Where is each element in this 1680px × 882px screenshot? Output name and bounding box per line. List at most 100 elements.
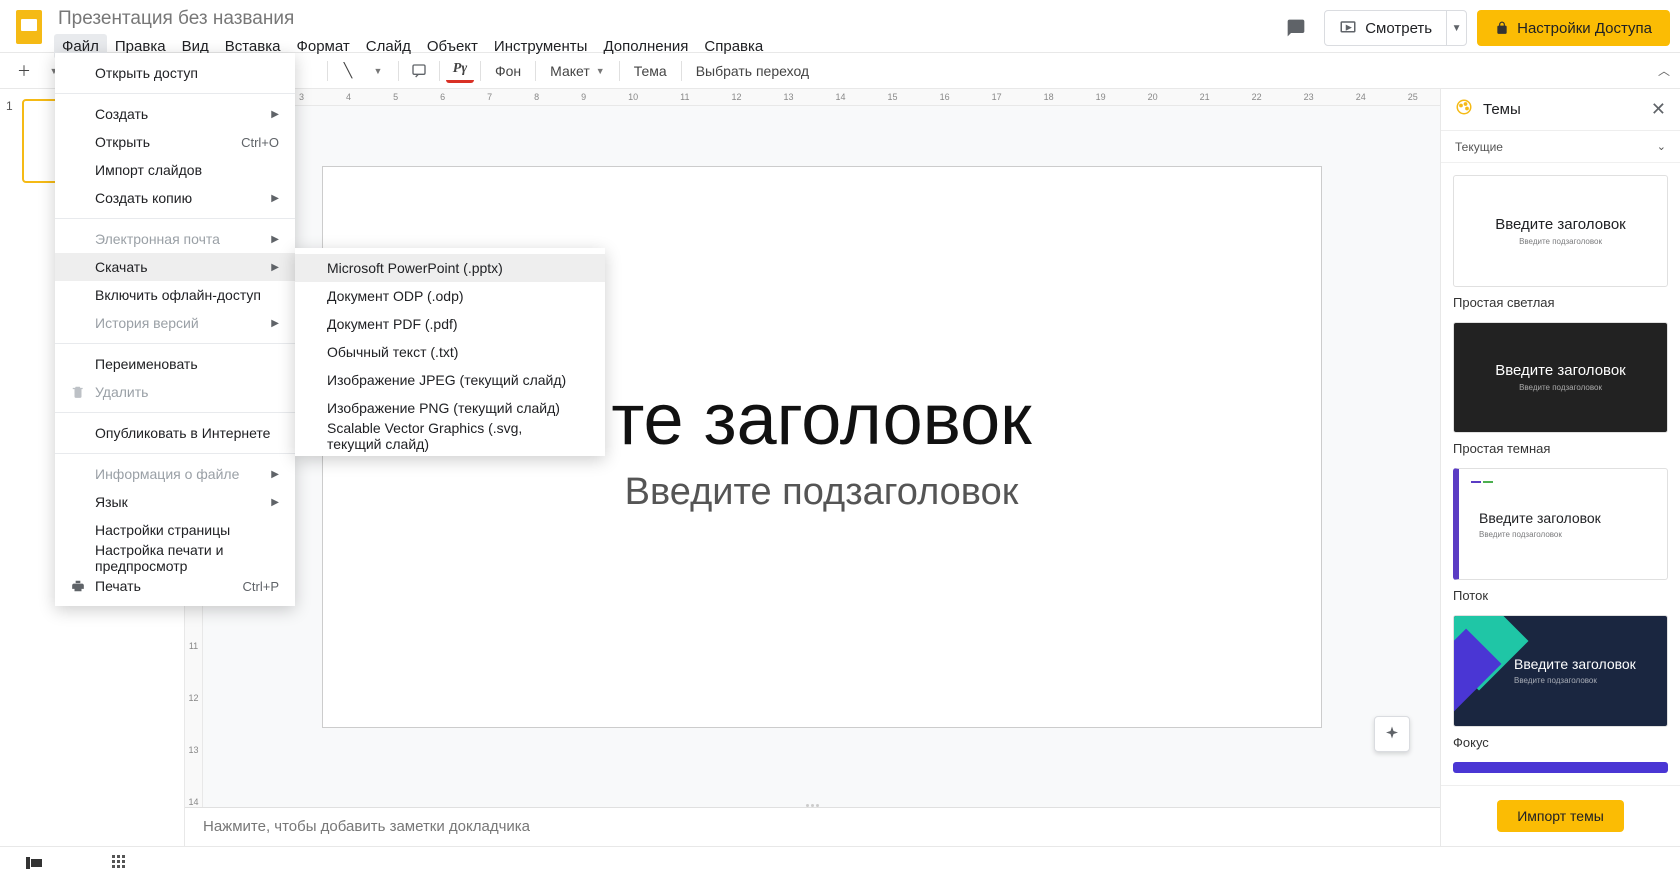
themes-section-label: Текущие: [1455, 140, 1503, 154]
download-pdf[interactable]: Документ PDF (.pdf): [295, 310, 605, 338]
theme-preview-sub: Введите подзаголовок: [1519, 383, 1602, 392]
footer: [0, 846, 1680, 882]
collapse-toolbar-button[interactable]: ︿: [1658, 67, 1670, 75]
document-title[interactable]: Презентация без названия: [54, 6, 1278, 32]
file-menu-download[interactable]: Скачать▶: [55, 253, 295, 281]
menu-slide[interactable]: Слайд: [358, 34, 419, 59]
lock-icon: [1495, 21, 1509, 35]
new-slide-button[interactable]: ＋: [10, 57, 38, 85]
slide-stage[interactable]: те заголовок Введите подзаголовок: [203, 106, 1440, 807]
menu-object[interactable]: Объект: [419, 34, 486, 59]
theme-card-next[interactable]: [1453, 762, 1668, 773]
line-dropdown[interactable]: ▼: [364, 57, 392, 85]
ruler-horizontal: 1234567891011121314151617181920212223242…: [185, 89, 1440, 106]
separator: [439, 61, 440, 81]
background-button[interactable]: Фон: [487, 57, 529, 85]
theme-preview-title: Введите заголовок: [1495, 216, 1626, 233]
separator: [480, 61, 481, 81]
download-png[interactable]: Изображение PNG (текущий слайд): [295, 394, 605, 422]
chevron-right-icon: ▶: [271, 497, 279, 508]
add-comment-icon: [411, 63, 427, 79]
share-button[interactable]: Настройки Доступа: [1477, 10, 1670, 46]
download-odp[interactable]: Документ ODP (.odp): [295, 282, 605, 310]
file-menu-make-copy[interactable]: Создать копию▶: [55, 184, 295, 212]
file-menu-print-preview[interactable]: Настройка печати и предпросмотр: [55, 544, 295, 572]
file-menu-publish[interactable]: Опубликовать в Интернете: [55, 419, 295, 447]
file-menu-email: Электронная почта▶: [55, 225, 295, 253]
chevron-down-icon: ⌄: [1657, 140, 1666, 153]
themes-section-header[interactable]: Текущие ⌄: [1441, 131, 1680, 163]
themes-header: Темы ✕: [1441, 89, 1680, 131]
theme-card-stream[interactable]: Введите заголовок Введите подзаголовок: [1453, 468, 1668, 580]
slide-number: 1: [6, 99, 16, 183]
background-label: Фон: [495, 63, 521, 79]
trash-icon: [71, 385, 95, 399]
line-tool[interactable]: ╲: [334, 57, 362, 85]
filmstrip-view-button[interactable]: [26, 856, 42, 874]
chevron-right-icon: ▶: [271, 193, 279, 204]
file-menu-page-setup[interactable]: Настройки страницы: [55, 516, 295, 544]
separator: [327, 61, 328, 81]
theme-card-focus[interactable]: Введите заголовок Введите подзаголовок: [1453, 615, 1668, 727]
separator: [681, 61, 682, 81]
theme-card-dark[interactable]: Введите заголовок Введите подзаголовок: [1453, 322, 1668, 434]
present-label: Смотреть: [1365, 20, 1432, 37]
file-menu-rename[interactable]: Переименовать: [55, 350, 295, 378]
text-color-tool[interactable]: Рγ: [446, 59, 474, 83]
present-icon: [1339, 19, 1357, 37]
title-area: Презентация без названия Файл Правка Вид…: [54, 6, 1278, 59]
present-dropdown[interactable]: ▼: [1446, 11, 1466, 45]
chevron-right-icon: ▶: [271, 469, 279, 480]
slide-title-placeholder[interactable]: те заголовок: [611, 379, 1031, 461]
theme-label: Простая светлая: [1453, 295, 1668, 310]
theme-preview-title: Введите заголовок: [1495, 362, 1626, 379]
menu-tools[interactable]: Инструменты: [486, 34, 596, 59]
theme-card-light[interactable]: Введите заголовок Введите подзаголовок: [1453, 175, 1668, 287]
explore-icon: [1383, 725, 1401, 743]
download-svg[interactable]: Scalable Vector Graphics (.svg, текущий …: [295, 422, 605, 450]
file-menu-delete: Удалить: [55, 378, 295, 406]
file-menu-language[interactable]: Язык▶: [55, 488, 295, 516]
menu-help[interactable]: Справка: [696, 34, 771, 59]
notes-resize-handle[interactable]: [793, 804, 833, 808]
file-menu-import-slides[interactable]: Импорт слайдов: [55, 156, 295, 184]
app-logo[interactable]: [10, 8, 48, 46]
menu-format[interactable]: Формат: [288, 34, 357, 59]
speaker-notes[interactable]: Нажмите, чтобы добавить заметки докладчи…: [185, 807, 1440, 846]
file-menu-create[interactable]: Создать▶: [55, 100, 295, 128]
slide-subtitle-placeholder[interactable]: Введите подзаголовок: [625, 471, 1019, 514]
file-menu-share[interactable]: Открыть доступ: [55, 59, 295, 87]
theme-preview-title: Введите заголовок: [1514, 656, 1636, 672]
theme-preview-sub: Введите подзаголовок: [1519, 237, 1602, 246]
comment-icon: [1286, 18, 1306, 38]
comment-tool[interactable]: [405, 57, 433, 85]
file-menu-dropdown: Открыть доступ Создать▶ ОткрытьCtrl+O Им…: [55, 53, 295, 606]
theme-button[interactable]: Тема: [626, 57, 675, 85]
download-txt[interactable]: Обычный текст (.txt): [295, 338, 605, 366]
file-menu-offline[interactable]: Включить офлайн-доступ: [55, 281, 295, 309]
transition-button[interactable]: Выбрать переход: [688, 57, 817, 85]
comments-button[interactable]: [1278, 10, 1314, 46]
themes-footer: Импорт темы: [1441, 785, 1680, 846]
present-button[interactable]: Смотреть: [1325, 11, 1446, 45]
grid-view-button[interactable]: [112, 855, 126, 874]
separator: [619, 61, 620, 81]
transition-label: Выбрать переход: [696, 63, 809, 79]
separator: [55, 412, 295, 413]
import-theme-button[interactable]: Импорт темы: [1497, 800, 1624, 832]
explore-button[interactable]: [1374, 716, 1410, 752]
file-menu-open[interactable]: ОткрытьCtrl+O: [55, 128, 295, 156]
theme-label: Тема: [634, 63, 667, 79]
grid-icon: [112, 855, 126, 869]
download-pptx[interactable]: Microsoft PowerPoint (.pptx): [295, 254, 605, 282]
close-themes-button[interactable]: ✕: [1651, 99, 1666, 120]
chevron-down-icon: ▼: [596, 66, 605, 76]
app-header: Презентация без названия Файл Правка Вид…: [0, 0, 1680, 53]
download-jpeg[interactable]: Изображение JPEG (текущий слайд): [295, 366, 605, 394]
layout-button[interactable]: Макет▼: [542, 57, 613, 85]
chevron-right-icon: ▶: [271, 234, 279, 245]
file-menu-print[interactable]: ПечатьCtrl+P: [55, 572, 295, 600]
theme-label: Поток: [1453, 588, 1668, 603]
menu-addons[interactable]: Дополнения: [595, 34, 696, 59]
themes-title: Темы: [1483, 101, 1651, 118]
